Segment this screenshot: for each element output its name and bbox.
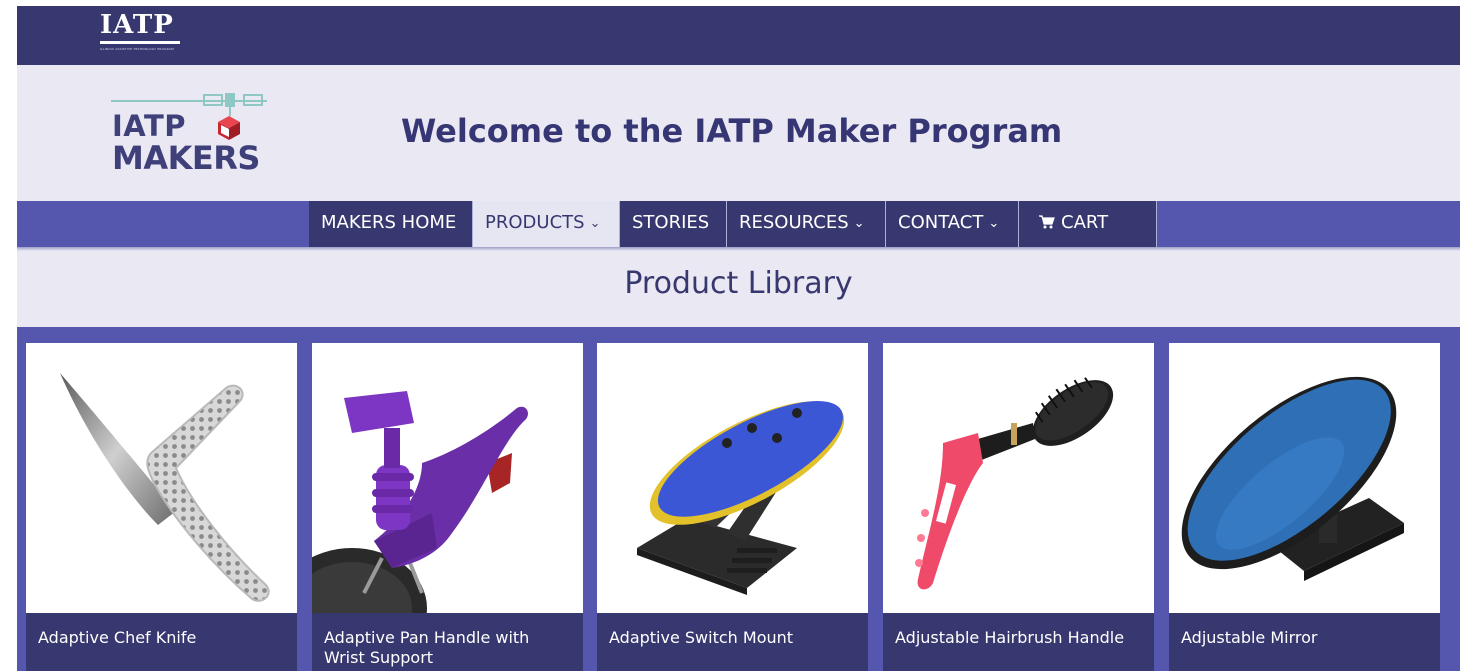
- chef-knife-image: [60, 373, 270, 602]
- chevron-down-icon: ⌄: [853, 216, 865, 231]
- chevron-down-icon: ⌄: [988, 216, 1000, 231]
- product-name[interactable]: Adaptive Chef Knife: [26, 613, 297, 671]
- nav-makers-home[interactable]: MAKERS HOME: [309, 201, 473, 247]
- product-card[interactable]: Adaptive Chef Knife: [26, 343, 297, 671]
- product-name[interactable]: Adjustable Mirror: [1169, 613, 1440, 671]
- welcome-title: Welcome to the IATP Maker Program: [401, 112, 1063, 150]
- top-logo-rule: [100, 41, 180, 44]
- product-image[interactable]: [26, 343, 297, 613]
- hairbrush-handle-image: [915, 377, 1114, 590]
- product-card[interactable]: Adjustable Hairbrush Handle: [883, 343, 1154, 671]
- top-logo-subtext: ILLINOIS ASSISTIVE TECHNOLOGY PROGRAM: [100, 47, 174, 51]
- main-nav: MAKERS HOME PRODUCTS ⌄ STORIES RESOURCES ⌄…: [17, 201, 1460, 247]
- nav-makers-home-label: MAKERS HOME: [321, 212, 457, 233]
- product-grid: Adaptive Chef Knife Adaptive Pan Handle …: [17, 327, 1460, 671]
- product-card[interactable]: Adaptive Pan Handle with Wrist Support: [312, 343, 583, 671]
- nav-cart-label: CART: [1061, 212, 1109, 233]
- chevron-down-icon: ⌄: [589, 216, 601, 231]
- product-name[interactable]: Adaptive Switch Mount: [597, 613, 868, 671]
- pan-handle-image: [312, 391, 528, 613]
- switch-mount-image: [637, 401, 845, 595]
- product-image[interactable]: [597, 343, 868, 613]
- nav-resources[interactable]: RESOURCES ⌄: [727, 201, 886, 247]
- product-image[interactable]: [1169, 343, 1440, 613]
- iatp-top-logo[interactable]: IATP ILLINOIS ASSISTIVE TECHNOLOGY PROGR…: [100, 11, 190, 59]
- mirror-image: [1181, 376, 1404, 581]
- nav-products[interactable]: PRODUCTS ⌄: [473, 201, 620, 247]
- page-title: Product Library: [624, 266, 853, 301]
- nav-contact-label: CONTACT: [898, 212, 984, 233]
- site-header: IATP MAKERS Welcome to the IATP Maker Pr…: [17, 65, 1460, 201]
- nav-resources-label: RESOURCES: [739, 212, 849, 233]
- nav-stories-label: STORIES: [632, 212, 710, 233]
- top-logo-text: IATP: [100, 10, 174, 40]
- iatp-makers-logo[interactable]: IATP MAKERS: [109, 90, 289, 180]
- product-image[interactable]: [312, 343, 583, 613]
- cart-icon: [1039, 215, 1055, 229]
- product-name[interactable]: Adjustable Hairbrush Handle: [883, 613, 1154, 671]
- nav-contact[interactable]: CONTACT ⌄: [886, 201, 1019, 247]
- makers-logo-line1: IATP: [112, 109, 187, 143]
- nav-products-label: PRODUCTS: [485, 212, 585, 233]
- page: IATP ILLINOIS ASSISTIVE TECHNOLOGY PROGR…: [17, 6, 1460, 671]
- product-card[interactable]: Adjustable Mirror: [1169, 343, 1440, 671]
- product-image[interactable]: [883, 343, 1154, 613]
- product-card[interactable]: Adaptive Switch Mount: [597, 343, 868, 671]
- top-bar: IATP ILLINOIS ASSISTIVE TECHNOLOGY PROGR…: [17, 6, 1460, 65]
- nav-cart[interactable]: CART: [1019, 201, 1157, 247]
- makers-logo-line2: MAKERS: [112, 139, 260, 177]
- library-title-bar: Product Library: [17, 251, 1460, 327]
- nav-stories[interactable]: STORIES: [620, 201, 727, 247]
- product-name[interactable]: Adaptive Pan Handle with Wrist Support: [312, 613, 583, 671]
